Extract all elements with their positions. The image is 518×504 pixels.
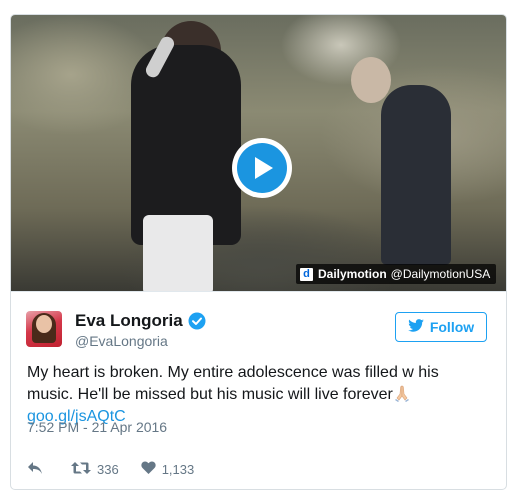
like-button[interactable]: 1,133 [141, 461, 195, 477]
author-name-line[interactable]: Eva Longoria [75, 311, 206, 331]
follow-label: Follow [429, 319, 475, 335]
tweet-timestamp[interactable]: 7:52 PM - 21 Apr 2016 [27, 419, 167, 435]
reply-button[interactable] [27, 461, 49, 478]
verified-icon [188, 312, 206, 330]
second-person-head [351, 57, 391, 103]
retweet-button[interactable]: 336 [71, 461, 119, 478]
author-handle[interactable]: @EvaLongoria [75, 333, 168, 349]
video-thumbnail[interactable]: d Dailymotion @DailymotionUSA [11, 15, 506, 291]
retweet-count: 336 [97, 461, 119, 477]
twitter-bird-icon [408, 319, 430, 335]
tweet-actions: 336 1,133 [27, 459, 216, 479]
avatar-face [36, 315, 52, 333]
tweet-body: My heart is broken. My entire adolescenc… [27, 364, 439, 403]
provider-handle: @DailymotionUSA [390, 267, 491, 281]
divider [11, 291, 506, 292]
reply-icon [27, 461, 49, 478]
retweet-icon [71, 461, 97, 478]
play-button[interactable] [232, 138, 292, 198]
praying-hands-emoji [393, 384, 411, 402]
play-icon [237, 143, 287, 193]
author-name: Eva Longoria [75, 311, 183, 330]
like-count: 1,133 [161, 461, 195, 477]
heart-icon [141, 461, 162, 477]
avatar[interactable] [26, 311, 62, 347]
video-attribution[interactable]: d Dailymotion @DailymotionUSA [296, 264, 497, 284]
performer-legs [143, 215, 213, 291]
second-person-body [381, 85, 451, 265]
follow-button[interactable]: Follow [395, 312, 487, 342]
dailymotion-icon: d [300, 267, 313, 281]
provider-name: Dailymotion [318, 267, 387, 281]
tweet-card: d Dailymotion @DailymotionUSA Eva Longor… [10, 14, 507, 490]
